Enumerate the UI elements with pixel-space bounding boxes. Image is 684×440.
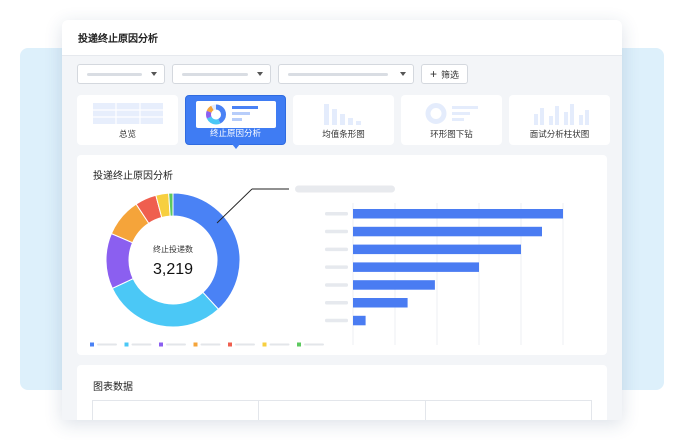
tab-overview[interactable]: 总览 (77, 95, 178, 145)
legend-marker (193, 342, 198, 347)
bar[interactable] (353, 298, 408, 308)
chart-tabs: 总览 终止原因分析 均值条形图 环形图下钻 面试分析柱状图 (77, 95, 610, 149)
tab-label: 终止原因分析 (209, 128, 261, 138)
bar-category-label (325, 265, 348, 269)
legend-label-placeholder (166, 343, 186, 346)
donut-slice[interactable] (105, 232, 134, 290)
bar[interactable] (353, 226, 542, 237)
legend-marker (297, 342, 301, 347)
table-column (93, 401, 260, 420)
tab-label: 环形图下钻 (430, 129, 473, 139)
table-column (426, 401, 591, 420)
data-table (92, 400, 592, 420)
bar-category-label (325, 318, 348, 323)
legend-marker (90, 342, 94, 347)
legend-label-placeholder (304, 343, 324, 346)
filter-select-2[interactable] (172, 64, 271, 84)
tab-label: 均值条形图 (322, 129, 365, 139)
bar[interactable] (353, 209, 563, 219)
select-placeholder (182, 72, 248, 76)
tab-label: 面试分析柱状图 (529, 129, 590, 139)
donut-chart-card: 投递终止原因分析 终止投递数 3,219 (77, 155, 607, 355)
ring-chart-thumbnail-icon (425, 103, 478, 124)
donut-center-value: 3,219 (153, 261, 193, 278)
bar[interactable] (353, 262, 479, 272)
filter-select-3[interactable] (278, 64, 414, 84)
legend-marker (262, 342, 267, 347)
table-column (259, 401, 426, 420)
legend-label-placeholder (97, 343, 117, 346)
tab-mean-bar-chart[interactable]: 均值条形图 (293, 95, 394, 145)
bar-category-label (325, 247, 348, 252)
filter-button-label: 筛选 (441, 69, 460, 80)
table-thumbnail-icon (92, 103, 163, 124)
bar-category-label (325, 283, 348, 287)
bar-category-label (325, 229, 348, 234)
select-placeholder (288, 72, 388, 76)
window-title: 投递终止原因分析 (62, 20, 622, 56)
legend-marker (124, 342, 129, 347)
legend-label-placeholder (269, 343, 290, 346)
column-chart-thumbnail-icon (533, 104, 589, 125)
legend-label-placeholder (200, 343, 221, 346)
chart-data-card: 图表数据 (77, 365, 607, 420)
legend-label-placeholder (235, 343, 255, 346)
callout-label-placeholder (295, 185, 395, 193)
chevron-down-icon (257, 72, 263, 76)
tab-label: 总览 (118, 129, 136, 139)
bar[interactable] (353, 315, 366, 326)
donut-center-label: 终止投递数 (153, 244, 193, 254)
bar[interactable] (353, 244, 521, 255)
chevron-down-icon (151, 72, 157, 76)
donut-thumbnail-icon (195, 101, 276, 128)
legend-label-placeholder (131, 343, 152, 346)
select-placeholder (87, 72, 142, 76)
donut-slice[interactable] (111, 277, 220, 328)
tab-interview-column-chart[interactable]: 面试分析柱状图 (509, 95, 610, 145)
filter-bar: + 筛选 (77, 64, 469, 84)
legend-marker (228, 342, 232, 347)
termination-chart: 终止投递数 3,219 (90, 185, 564, 347)
filter-button[interactable]: + 筛选 (421, 64, 469, 84)
tab-termination-analysis[interactable]: 终止原因分析 (185, 95, 286, 149)
bar-category-label (325, 212, 348, 216)
bar-chart-thumbnail-icon (323, 104, 361, 125)
filter-select-1[interactable] (77, 64, 165, 84)
app-window: 投递终止原因分析 + 筛选 总览 终止原因分析 均值条形图 环形图下钻 面试分析… (62, 20, 622, 420)
chevron-down-icon (400, 72, 406, 76)
legend-marker (159, 342, 163, 347)
plus-icon: + (430, 67, 438, 81)
card-title: 图表数据 (93, 382, 133, 393)
callout-line (216, 188, 253, 224)
bar-category-label (325, 301, 348, 305)
bar[interactable] (353, 280, 435, 290)
tab-ring-drilldown[interactable]: 环形图下钻 (401, 95, 502, 145)
